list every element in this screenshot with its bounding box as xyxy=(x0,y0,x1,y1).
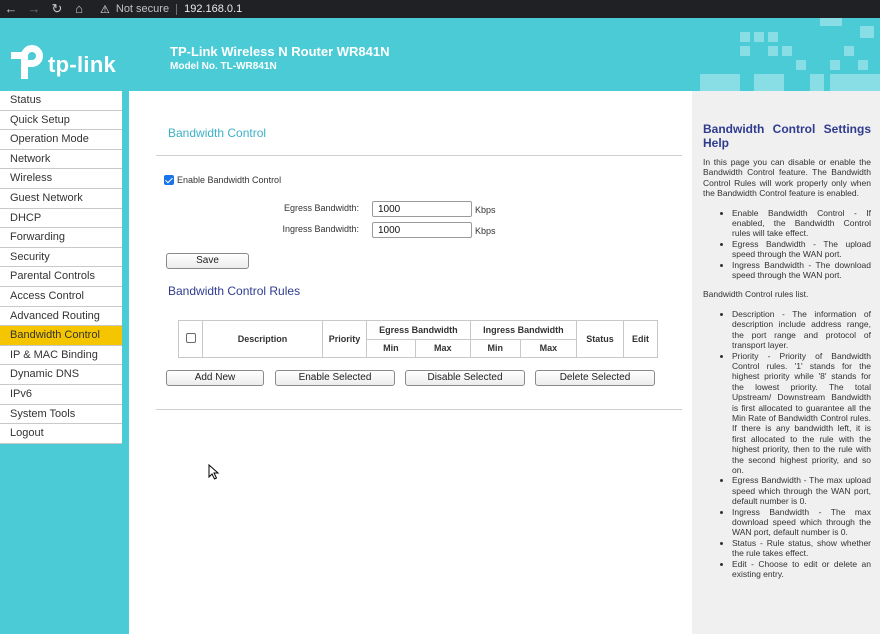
enable-bandwidth-control-row: Enable Bandwidth Control xyxy=(164,175,281,185)
sidebar-item-ipv6[interactable]: IPv6 xyxy=(0,384,122,405)
sidebar-item-status[interactable]: Status xyxy=(0,91,122,111)
mouse-cursor-icon xyxy=(208,464,220,480)
egress-max-header: Max xyxy=(414,338,471,358)
ingress-bandwidth-header: Ingress Bandwidth xyxy=(469,320,578,340)
sidebar-item-advanced-routing[interactable]: Advanced Routing xyxy=(0,306,122,327)
help-panel: Bandwidth Control Settings Help In this … xyxy=(692,91,880,634)
table-header-row: Description Priority Egress Bandwidth In… xyxy=(178,320,658,358)
sidebar-item-system-tools[interactable]: System Tools xyxy=(0,404,122,425)
divider xyxy=(156,155,682,156)
sidebar-item-security[interactable]: Security xyxy=(0,247,122,268)
edit-header: Edit xyxy=(623,320,658,358)
egress-bandwidth-label: Egress Bandwidth: xyxy=(283,203,359,213)
arrow-right-icon[interactable]: → xyxy=(25,0,43,18)
help-item-egress-bandwidth: Egress Bandwidth - The max upload speed … xyxy=(732,475,871,506)
select-all-cell xyxy=(178,320,203,358)
sidebar-item-operation-mode[interactable]: Operation Mode xyxy=(0,130,122,150)
select-all-checkbox[interactable] xyxy=(185,333,196,343)
sidebar-item-ip-mac-binding[interactable]: IP & MAC Binding xyxy=(0,345,122,366)
sidebar-item-parental-controls[interactable]: Parental Controls xyxy=(0,267,122,287)
help-item-edit: Edit - Choose to edit or delete an exist… xyxy=(732,559,871,580)
help-item-status: Status - Rule status, show whether the r… xyxy=(732,538,871,559)
help-item-priority: Priority - Priority of Bandwidth Control… xyxy=(732,351,871,476)
help-list-settings: Enable Bandwidth Control - If enabled, t… xyxy=(703,208,871,281)
help-item-description: Description - The information of descrip… xyxy=(732,309,871,351)
router-model: Model No. TL-WR841N xyxy=(170,61,277,72)
tp-link-logo-icon xyxy=(11,44,43,80)
priority-header: Priority xyxy=(322,320,367,358)
help-rules-intro: Bandwidth Control rules list. xyxy=(703,289,809,300)
arrow-left-icon[interactable]: ← xyxy=(2,0,20,18)
sidebar-item-wireless[interactable]: Wireless xyxy=(0,169,122,189)
egress-unit: Kbps xyxy=(475,205,496,215)
description-header: Description xyxy=(202,320,323,358)
egress-min-header: Min xyxy=(366,338,416,358)
ingress-bandwidth-input[interactable] xyxy=(372,222,472,238)
rules-table: Description Priority Egress Bandwidth In… xyxy=(178,320,658,358)
sidebar-item-dynamic-dns[interactable]: Dynamic DNS xyxy=(0,365,122,385)
sidebar: Status Quick Setup Operation Mode Networ… xyxy=(0,91,129,634)
sidebar-item-forwarding[interactable]: Forwarding xyxy=(0,228,122,248)
help-intro: In this page you can disable or enable t… xyxy=(703,157,871,199)
ingress-max-header: Max xyxy=(519,338,578,358)
warning-icon[interactable]: ⚠ xyxy=(100,3,110,16)
enable-bandwidth-control-checkbox[interactable] xyxy=(164,175,174,185)
enable-bandwidth-control-label[interactable]: Enable Bandwidth Control xyxy=(177,175,281,185)
help-body: In this page you can disable or enable t… xyxy=(703,157,871,588)
add-new-button[interactable]: Add New xyxy=(166,370,264,386)
enable-selected-button[interactable]: Enable Selected xyxy=(275,370,395,386)
ingress-bandwidth-label: Ingress Bandwidth: xyxy=(282,224,359,234)
egress-bandwidth-header: Egress Bandwidth xyxy=(366,320,471,340)
address-separator xyxy=(176,3,178,15)
address-bar[interactable]: ⚠ Not secure 192.168.0.1 xyxy=(100,0,242,18)
tp-link-logo: tp-link xyxy=(11,44,116,80)
help-item-enable: Enable Bandwidth Control - If enabled, t… xyxy=(732,208,871,239)
help-title: Bandwidth Control Settings Help xyxy=(703,122,871,150)
security-label[interactable]: Not secure xyxy=(116,3,169,15)
sidebar-item-dhcp[interactable]: DHCP xyxy=(0,208,122,229)
home-icon[interactable]: ⌂ xyxy=(70,0,88,18)
sidebar-item-logout[interactable]: Logout xyxy=(0,424,122,444)
disable-selected-button[interactable]: Disable Selected xyxy=(405,370,525,386)
delete-selected-button[interactable]: Delete Selected xyxy=(535,370,655,386)
logo-text: tp-link xyxy=(48,52,117,77)
sidebar-item-network[interactable]: Network xyxy=(0,149,122,170)
ingress-min-header: Min xyxy=(469,338,521,358)
page-title: Bandwidth Control xyxy=(168,126,267,140)
divider xyxy=(156,409,682,410)
router-title: TP-Link Wireless N Router WR841N xyxy=(170,44,390,59)
rules-title: Bandwidth Control Rules xyxy=(168,284,301,298)
save-button[interactable]: Save xyxy=(166,253,249,269)
sidebar-menu: Status Quick Setup Operation Mode Networ… xyxy=(0,91,122,444)
header-pattern xyxy=(690,18,880,91)
status-header: Status xyxy=(576,320,624,358)
help-item-ingress: Ingress Bandwidth - The download speed t… xyxy=(732,260,871,281)
help-list-rules: Description - The information of descrip… xyxy=(703,309,871,580)
help-item-egress: Egress Bandwidth - The upload speed thro… xyxy=(732,239,871,260)
sidebar-item-guest-network[interactable]: Guest Network xyxy=(0,188,122,209)
sidebar-item-access-control[interactable]: Access Control xyxy=(0,286,122,307)
egress-bandwidth-input[interactable] xyxy=(372,201,472,217)
reload-icon[interactable]: ↻ xyxy=(48,0,66,18)
url-text[interactable]: 192.168.0.1 xyxy=(184,3,242,15)
help-item-ingress-bandwidth: Ingress Bandwidth - The max download spe… xyxy=(732,507,871,538)
sidebar-item-bandwidth-control[interactable]: Bandwidth Control xyxy=(0,326,122,346)
sidebar-item-quick-setup[interactable]: Quick Setup xyxy=(0,110,122,131)
browser-toolbar: ← → ↻ ⌂ ⚠ Not secure 192.168.0.1 xyxy=(0,0,880,18)
main-content: Bandwidth Control Enable Bandwidth Contr… xyxy=(129,91,692,634)
router-header: tp-link TP-Link Wireless N Router WR841N… xyxy=(0,18,880,91)
ingress-unit: Kbps xyxy=(475,226,496,236)
